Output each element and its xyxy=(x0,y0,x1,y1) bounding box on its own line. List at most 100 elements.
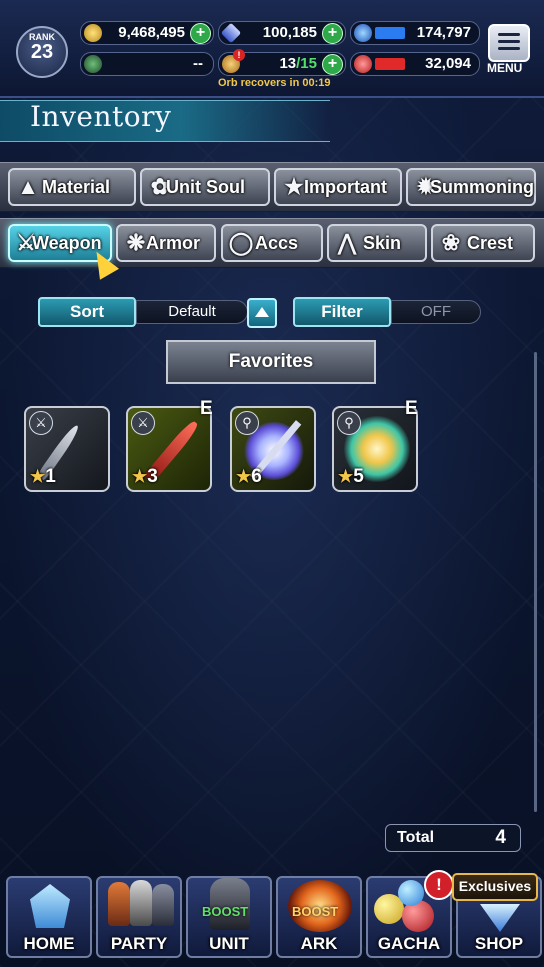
gil-value: 9,468,495 xyxy=(118,24,185,41)
blue-orb-icon xyxy=(398,880,424,906)
green-meter: -- xyxy=(80,52,214,76)
nav-label: HOME xyxy=(23,934,75,953)
exclusives-tag: Exclusives xyxy=(452,873,538,901)
favorites-button[interactable]: Favorites xyxy=(166,340,376,384)
orb-max: /15 xyxy=(296,55,317,72)
tab-material[interactable]: ▲ Material xyxy=(8,168,136,206)
add-lapis-button[interactable]: + xyxy=(322,23,343,44)
blue-orb-gauge xyxy=(375,27,405,39)
nav-label: PARTY xyxy=(110,934,168,953)
total-label: Total xyxy=(397,829,435,846)
tab-crest[interactable]: ❀ Crest xyxy=(431,224,535,262)
home-icon xyxy=(30,884,70,928)
red-orb-icon xyxy=(354,55,372,73)
orb-alert-icon: ! xyxy=(233,49,245,61)
nav-label: UNIT xyxy=(209,934,249,953)
total-count: Total 4 xyxy=(385,824,521,852)
orb-current: 13 xyxy=(279,55,297,72)
tab-label: Armor xyxy=(146,233,201,253)
party-member-art xyxy=(152,884,174,926)
crystal-icon xyxy=(480,904,520,932)
orb-value: 13/15 xyxy=(279,53,317,75)
boost-label: BOOST xyxy=(292,904,339,919)
tab-label: Skin xyxy=(363,233,402,253)
item-slot[interactable]: ⚲ ★6 xyxy=(230,406,316,492)
arrow-up-icon xyxy=(255,307,269,317)
red-orb-counter: 32,094 xyxy=(350,52,480,76)
nav-ark[interactable]: BOOST ARK xyxy=(276,876,362,958)
nav-home[interactable]: HOME xyxy=(6,876,92,958)
tab-accs[interactable]: ◯ Accs xyxy=(221,224,323,262)
orb-recover-timer: Orb recovers in 00:19 xyxy=(218,77,331,89)
tab-label: Crest xyxy=(467,233,514,253)
party-member-art xyxy=(108,882,130,926)
blue-orb-icon xyxy=(354,24,372,42)
orb-counter: ! 13/15 + xyxy=(218,49,346,76)
hamburger-icon-bar xyxy=(498,47,520,50)
staff-icon: ⚲ xyxy=(337,411,361,435)
green-compass-icon xyxy=(84,55,102,73)
add-gil-button[interactable]: + xyxy=(190,23,211,44)
party-member-art xyxy=(130,880,152,926)
hamburger-icon xyxy=(498,33,520,36)
add-orb-button[interactable]: + xyxy=(322,54,343,75)
hamburger-icon-bar xyxy=(498,40,520,43)
type-tab-bar: ⚔ Weapon ❋ Armor ◯ Accs ⋀ Skin ❀ Crest xyxy=(0,218,544,268)
staff-icon: ⚲ xyxy=(235,411,259,435)
boost-label: BOOST xyxy=(202,904,249,919)
tab-skin[interactable]: ⋀ Skin xyxy=(327,224,427,262)
nav-label: ARK xyxy=(300,934,338,953)
tab-label: Material xyxy=(42,177,111,197)
nav-label: SHOP xyxy=(474,934,524,953)
item-slot[interactable]: ⚔ ★1 xyxy=(24,406,110,492)
gacha-alert-badge: ! xyxy=(424,870,454,900)
menu-label: MENU xyxy=(487,61,523,75)
ring-icon: ◯ xyxy=(228,230,254,255)
equipped-marker: E xyxy=(405,398,418,419)
rarity-value: 5 xyxy=(353,466,364,487)
list-scrollbar[interactable] xyxy=(534,352,537,812)
red-orb-gauge xyxy=(375,58,405,70)
lapis-crystal-icon xyxy=(220,22,242,44)
item-rarity: ★6 xyxy=(236,466,262,487)
rank-badge: RANK 23 xyxy=(16,26,68,78)
blue-orb-counter: 174,797 xyxy=(350,21,480,45)
hanger-icon: ⋀ xyxy=(337,230,357,255)
filter-button[interactable]: Filter xyxy=(293,297,391,327)
rarity-value: 1 xyxy=(45,466,56,487)
item-rarity: ★3 xyxy=(132,466,158,487)
nav-unit[interactable]: BOOST UNIT xyxy=(186,876,272,958)
tab-summoning[interactable]: ✹ Summoning xyxy=(406,168,536,206)
tab-label: Important xyxy=(304,177,387,197)
gil-coin-icon xyxy=(84,24,102,42)
bag-icon: ▲ xyxy=(17,174,39,199)
rank-value: 23 xyxy=(30,41,54,63)
sword-icon: ⚔ xyxy=(29,411,53,435)
nav-label: GACHA xyxy=(377,934,441,953)
total-value: 4 xyxy=(495,827,506,848)
tab-armor[interactable]: ❋ Armor xyxy=(116,224,216,262)
sword-icon: ⚔ xyxy=(131,411,155,435)
filter-value[interactable]: OFF xyxy=(391,300,481,324)
tab-unit-soul[interactable]: ✿ Unit Soul xyxy=(140,168,270,206)
green-meter-value: -- xyxy=(193,55,203,72)
red-orb-value: 32,094 xyxy=(425,55,471,72)
tab-important[interactable]: ★ Important xyxy=(274,168,402,206)
sort-order-button[interactable] xyxy=(247,298,277,328)
crest-icon: ❀ xyxy=(441,230,461,255)
category-tab-bar: ▲ Material ✿ Unit Soul ★ Important ✹ Sum… xyxy=(0,162,544,212)
rarity-value: 3 xyxy=(147,466,158,487)
nav-party[interactable]: PARTY xyxy=(96,876,182,958)
sort-value[interactable]: Default xyxy=(136,300,248,324)
tab-label: Summoning xyxy=(430,177,534,197)
lapis-counter: 100,185 + xyxy=(218,21,346,45)
resource-bar: RANK 23 9,468,495 + 100,185 + 174,797 --… xyxy=(0,0,544,98)
blue-orb-value: 174,797 xyxy=(416,24,471,41)
menu-button[interactable] xyxy=(488,24,530,62)
gil-counter: 9,468,495 + xyxy=(80,21,214,45)
item-rarity: ★1 xyxy=(30,466,56,487)
equipped-marker: E xyxy=(200,398,213,419)
sort-button[interactable]: Sort xyxy=(38,297,136,327)
lapis-value: 100,185 xyxy=(262,24,317,41)
page-title: Inventory xyxy=(30,100,172,133)
